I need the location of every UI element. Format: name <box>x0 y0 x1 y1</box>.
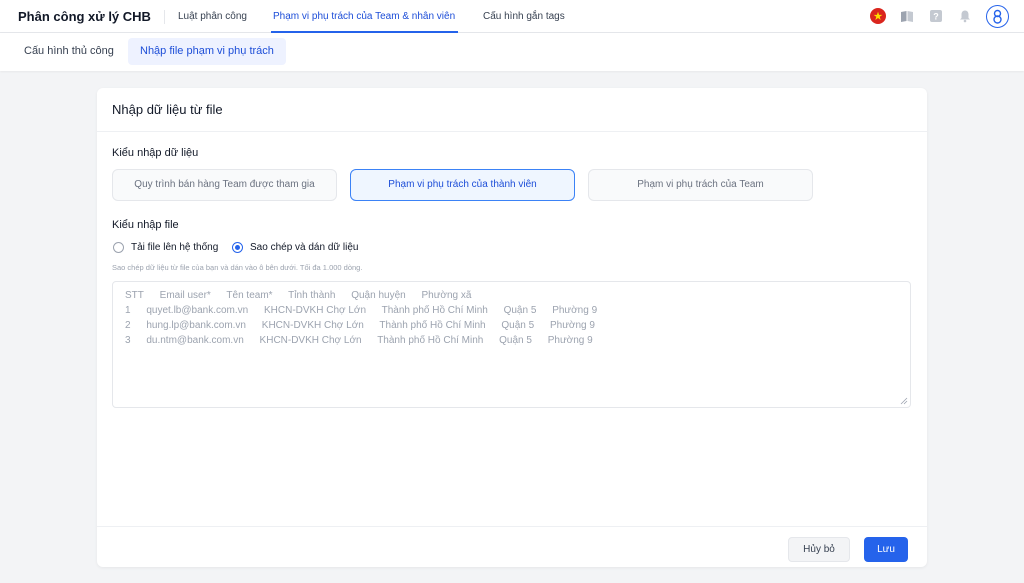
book-icon[interactable] <box>900 9 914 23</box>
app-title: Phân công xử lý CHB <box>18 9 151 24</box>
tab-team-scope[interactable]: Phạm vi phụ trách của Team & nhân viên <box>273 11 455 22</box>
subtab-manual-config[interactable]: Cấu hình thủ công <box>12 38 126 65</box>
import-card: Nhập dữ liệu từ file Kiểu nhập dữ liệu Q… <box>97 88 927 567</box>
placeholder-cell: KHCN-DVKH Chợ Lớn <box>261 320 364 331</box>
radio-label: Tải file lên hệ thống <box>131 241 219 253</box>
placeholder-cell: quyet.lb@bank.com.vn <box>146 305 249 316</box>
tab-assignment-rules[interactable]: Luật phân công <box>178 11 247 22</box>
card-title: Nhập dữ liệu từ file <box>112 102 223 117</box>
resize-grip-icon[interactable] <box>900 397 908 405</box>
radio-copy-paste[interactable]: Sao chép và dán dữ liệu <box>232 240 358 254</box>
placeholder-cell: Phường 9 <box>552 305 598 316</box>
svg-text:?: ? <box>933 12 939 22</box>
cancel-button[interactable]: Hủy bỏ <box>788 537 850 562</box>
placeholder-row: 1 quyet.lb@bank.com.vn KHCN-DVKH Chợ Lớn… <box>125 303 898 318</box>
placeholder-cell: 2 <box>125 320 131 331</box>
paste-hint: Sao chép dữ liệu từ file của bạn và dán … <box>112 263 363 272</box>
import-type-sales-process[interactable]: Quy trình bán hàng Team được tham gia <box>112 169 337 201</box>
placeholder-cell: Phường 9 <box>547 335 593 346</box>
placeholder-cell: 1 <box>125 305 131 316</box>
placeholder-row: 3 du.ntm@bank.com.vn KHCN-DVKH Chợ Lớn T… <box>125 333 898 348</box>
sub-navbar: Cấu hình thủ công Nhập file phạm vi phụ … <box>0 33 1024 71</box>
save-button[interactable]: Lưu <box>864 537 908 562</box>
tab-tag-config[interactable]: Cấu hình gắn tags <box>483 11 565 22</box>
radio-circle[interactable] <box>232 241 243 253</box>
import-type-team-scope[interactable]: Phạm vi phụ trách của Team <box>588 169 813 201</box>
file-type-label: Kiểu nhập file <box>112 219 179 231</box>
user-avatar-icon[interactable] <box>986 5 1009 28</box>
radio-circle[interactable] <box>113 241 124 253</box>
placeholder-cell: KHCN-DVKH Chợ Lớn <box>264 305 367 316</box>
placeholder-cell: Quận 5 <box>501 320 535 331</box>
placeholder-cell: Quận 5 <box>499 335 532 346</box>
paste-data-textarea[interactable]: STT Email user* Tên team* Tỉnh thành Quậ… <box>112 281 911 408</box>
top-navbar: Phân công xử lý CHB Luật phân công Phạm … <box>0 0 1024 33</box>
placeholder-cell: Tên team* <box>226 290 273 301</box>
title-divider <box>164 10 165 24</box>
import-type-label: Kiểu nhập dữ liệu <box>112 147 199 159</box>
placeholder-cell: STT <box>125 290 144 301</box>
placeholder-cell: KHCN-DVKH Chợ Lớn <box>259 335 362 346</box>
placeholder-cell: Tỉnh thành <box>288 290 336 301</box>
placeholder-cell: Email user* <box>159 290 211 301</box>
placeholder-cell: 3 <box>125 335 131 346</box>
import-type-member-scope[interactable]: Phạm vi phụ trách của thành viên <box>350 169 575 201</box>
radio-label: Sao chép và dán dữ liệu <box>250 241 359 253</box>
placeholder-row: 2 hung.lp@bank.com.vn KHCN-DVKH Chợ Lớn … <box>125 318 898 333</box>
radio-upload-file[interactable]: Tải file lên hệ thống <box>113 240 218 254</box>
footer-divider <box>97 526 927 527</box>
placeholder-header-row: STT Email user* Tên team* Tỉnh thành Quậ… <box>125 288 898 303</box>
card-divider <box>97 131 927 132</box>
placeholder-cell: Quận 5 <box>503 305 537 316</box>
vietnam-flag-icon[interactable] <box>870 8 886 24</box>
subtab-file-import[interactable]: Nhập file phạm vi phụ trách <box>128 38 286 65</box>
bell-icon[interactable] <box>958 9 972 23</box>
placeholder-cell: Phường 9 <box>549 320 595 331</box>
placeholder-cell: Quận huyện <box>351 290 406 301</box>
placeholder-cell: hung.lp@bank.com.vn <box>146 320 246 331</box>
placeholder-cell: Thành phố Hồ Chí Minh <box>379 320 486 331</box>
help-icon[interactable]: ? <box>929 9 943 23</box>
placeholder-cell: Thành phố Hồ Chí Minh <box>377 335 484 346</box>
placeholder-cell: Phường xã <box>421 290 472 301</box>
placeholder-cell: Thành phố Hồ Chí Minh <box>381 305 488 316</box>
placeholder-cell: du.ntm@bank.com.vn <box>146 335 244 346</box>
